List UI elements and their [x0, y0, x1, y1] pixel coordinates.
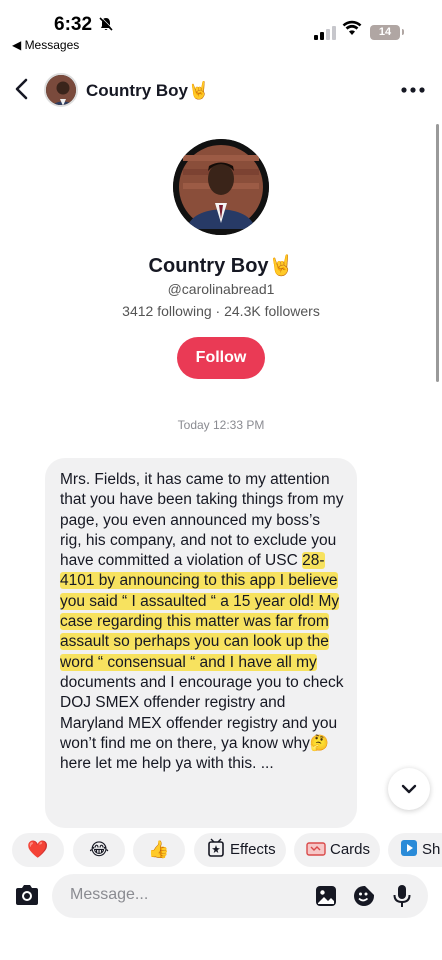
message-text-plain: Mrs. Fields, it has came to my attention… [60, 471, 344, 570]
message-text-highlighted: 28-4101 by announcing to this app I beli… [60, 552, 340, 671]
message-composer: Message... [0, 872, 442, 922]
scroll-to-bottom-button[interactable] [388, 768, 430, 810]
effects-label: Effects [230, 841, 276, 858]
scrollbar[interactable] [436, 124, 439, 382]
laughing-face-icon: 😂 [89, 840, 109, 859]
effects-button[interactable]: Effects [194, 833, 286, 867]
thumbs-up-icon: 👍 [148, 840, 170, 859]
silent-bell-icon [98, 16, 114, 36]
camera-icon[interactable] [14, 883, 42, 909]
status-time: 6:32 [54, 14, 93, 35]
wifi-icon [342, 20, 362, 38]
message-timestamp: Today 12:33 PM [177, 418, 265, 432]
chat-header: Country Boy🤘 [0, 66, 442, 116]
thumbs-up-reaction-button[interactable]: 👍 [133, 833, 185, 867]
share-icon [401, 840, 417, 856]
cards-label: Cards [330, 841, 371, 858]
cards-button[interactable]: Cards [294, 833, 380, 867]
quick-actions-bar: ❤️ 😂 👍 Effects Cards Sh [0, 828, 442, 872]
share-label: Sh [422, 841, 441, 858]
image-sticker-icon[interactable] [314, 884, 338, 908]
message-bubble[interactable]: Mrs. Fields, it has came to my attention… [45, 458, 357, 828]
cell-signal-icon [314, 26, 336, 40]
profile-avatar[interactable] [173, 139, 269, 235]
share-button[interactable]: Sh [388, 833, 442, 867]
heart-reaction-button[interactable]: ❤️ [12, 833, 64, 867]
heart-icon: ❤️ [27, 840, 49, 859]
battery-indicator: 14 [370, 25, 400, 40]
emoji-sticker-icon[interactable] [352, 884, 376, 908]
header-username[interactable]: Country Boy🤘 [86, 81, 209, 101]
more-options-icon[interactable] [400, 78, 428, 104]
back-arrow-icon[interactable] [12, 76, 36, 106]
message-text-plain-end: documents and I encourage you to check D… [60, 673, 344, 773]
laugh-reaction-button[interactable]: 😂 [73, 833, 125, 867]
microphone-icon[interactable] [390, 884, 414, 908]
profile-name: Country Boy🤘 [148, 255, 294, 277]
follow-button[interactable]: Follow [177, 337, 265, 379]
battery-tip [402, 29, 404, 35]
message-text: Mrs. Fields, it has came to my attention… [60, 470, 345, 774]
message-input-placeholder: Message... [70, 886, 149, 903]
back-to-messages-link[interactable]: ◀ Messages [12, 38, 79, 52]
header-avatar[interactable] [44, 73, 78, 107]
effects-icon [208, 838, 224, 857]
profile-handle: @carolinabread1 [167, 281, 275, 297]
cards-icon [306, 842, 326, 856]
chevron-down-icon [401, 784, 417, 794]
status-bar: 6:32 ◀ Messages 14 [0, 0, 442, 56]
profile-stats: 3412 following · 24.3K followers [122, 303, 320, 319]
